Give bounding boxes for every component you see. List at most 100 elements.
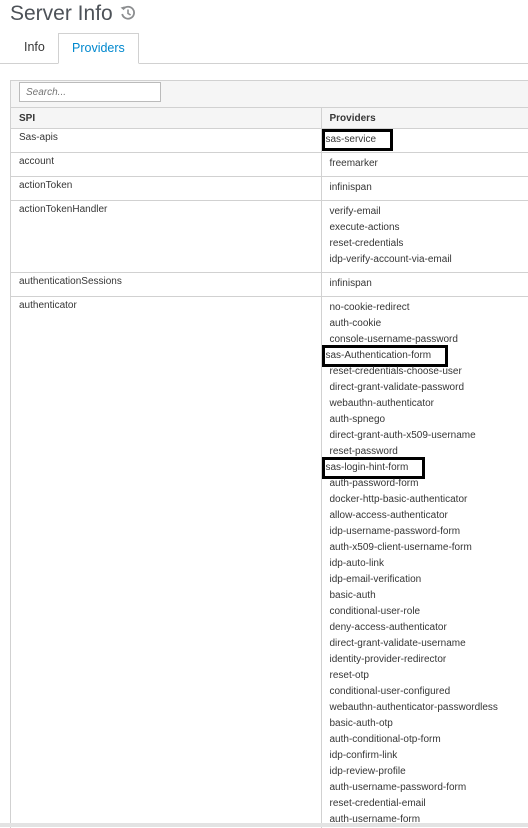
spi-cell: Sas-apis — [11, 129, 321, 153]
provider-highlighted-label: sas-Authentication-form — [325, 348, 446, 364]
provider-label: docker-http-basic-authenticator — [330, 492, 468, 508]
provider-label: freemarker — [330, 156, 378, 172]
provider-item: idp-username-password-form — [330, 524, 528, 540]
provider-label: direct-grant-validate-password — [330, 380, 465, 396]
provider-label: idp-username-password-form — [330, 524, 461, 540]
spi-cell: authenticationSessions — [11, 273, 321, 297]
provider-item: reset-credential-email — [330, 796, 528, 812]
provider-item: auth-x509-client-username-form — [330, 540, 528, 556]
provider-label: reset-password — [330, 444, 398, 460]
provider-item: conditional-user-role — [330, 604, 528, 620]
provider-item: idp-review-profile — [330, 764, 528, 780]
history-icon[interactable] — [119, 4, 137, 22]
provider-item: auth-password-form — [330, 476, 528, 492]
provider-label: auth-spnego — [330, 412, 386, 428]
providers-cell: sas-service — [321, 129, 528, 153]
provider-label: auth-password-form — [330, 476, 419, 492]
provider-item: deny-access-authenticator — [330, 620, 528, 636]
table-row: actionToken infinispan — [11, 177, 528, 201]
provider-label: infinispan — [330, 180, 372, 196]
provider-label: allow-access-authenticator — [330, 508, 448, 524]
provider-item: idp-email-verification — [330, 572, 528, 588]
provider-highlighted-label: sas-service — [325, 132, 391, 148]
provider-label: execute-actions — [330, 220, 400, 236]
provider-item: allow-access-authenticator — [330, 508, 528, 524]
provider-label: console-username-password — [330, 332, 458, 348]
tab-providers[interactable]: Providers — [58, 33, 139, 64]
provider-label: reset-credentials-choose-user — [330, 364, 462, 380]
column-header-spi[interactable]: SPI — [11, 108, 321, 129]
table-row: Sas-apissas-service — [11, 129, 528, 153]
providers-cell: infinispan — [321, 177, 528, 201]
provider-item: auth-cookie — [330, 316, 528, 332]
provider-item: reset-credentials — [330, 236, 528, 252]
provider-item: sas-Authentication-form — [330, 348, 528, 364]
spi-cell: account — [11, 153, 321, 177]
provider-label: direct-grant-validate-username — [330, 636, 466, 652]
provider-label: idp-verify-account-via-email — [330, 252, 452, 268]
provider-label: idp-email-verification — [330, 572, 422, 588]
provider-item: auth-conditional-otp-form — [330, 732, 528, 748]
provider-item: idp-verify-account-via-email — [330, 252, 528, 268]
table-row: authenticationSessions infinispan — [11, 273, 528, 297]
table-row: authenticatorno-cookie-redirectauth-cook… — [11, 297, 528, 828]
search-input[interactable] — [19, 82, 161, 102]
provider-item: idp-confirm-link — [330, 748, 528, 764]
provider-item: sas-service — [330, 132, 528, 148]
provider-item: no-cookie-redirect — [330, 300, 528, 316]
provider-item: webauthn-authenticator-passwordless — [330, 700, 528, 716]
tab-bar: Info Providers — [0, 33, 528, 64]
provider-label: direct-grant-auth-x509-username — [330, 428, 476, 444]
table-row: account freemarker — [11, 153, 528, 177]
provider-label: auth-username-password-form — [330, 780, 467, 796]
provider-item: sas-login-hint-form — [330, 460, 528, 476]
provider-item: reset-password — [330, 444, 528, 460]
provider-item: execute-actions — [330, 220, 528, 236]
provider-label: deny-access-authenticator — [330, 620, 447, 636]
providers-cell: infinispan — [321, 273, 528, 297]
provider-item: direct-grant-auth-x509-username — [330, 428, 528, 444]
table-body: Sas-apissas-serviceaccountfreemarkeracti… — [11, 129, 528, 828]
horizontal-scrollbar[interactable] — [0, 823, 528, 827]
provider-label: auth-conditional-otp-form — [330, 732, 441, 748]
provider-item: idp-auto-link — [330, 556, 528, 572]
provider-label: conditional-user-role — [330, 604, 421, 620]
provider-item: reset-otp — [330, 668, 528, 684]
table-toolbar — [11, 81, 528, 107]
provider-item: conditional-user-configured — [330, 684, 528, 700]
table-row: actionTokenHandlerverify-emailexecute-ac… — [11, 201, 528, 273]
provider-label: idp-review-profile — [330, 764, 406, 780]
provider-label: verify-email — [330, 204, 381, 220]
provider-label: reset-credentials — [330, 236, 404, 252]
provider-item: infinispan — [330, 276, 528, 292]
provider-highlighted-label: sas-login-hint-form — [325, 460, 423, 476]
providers-cell: verify-emailexecute-actionsreset-credent… — [321, 201, 528, 273]
provider-item: console-username-password — [330, 332, 528, 348]
provider-label: basic-auth-otp — [330, 716, 393, 732]
column-header-providers[interactable]: Providers — [321, 108, 528, 129]
spi-cell: authenticator — [11, 297, 321, 828]
provider-label: infinispan — [330, 276, 372, 292]
provider-item: docker-http-basic-authenticator — [330, 492, 528, 508]
provider-label: identity-provider-redirector — [330, 652, 447, 668]
provider-item: freemarker — [330, 156, 528, 172]
provider-item: direct-grant-validate-password — [330, 380, 528, 396]
providers-cell: no-cookie-redirectauth-cookieconsole-use… — [321, 297, 528, 828]
provider-label: idp-confirm-link — [330, 748, 398, 764]
provider-label: idp-auto-link — [330, 556, 384, 572]
provider-item: basic-auth — [330, 588, 528, 604]
tab-info[interactable]: Info — [11, 33, 58, 62]
providers-panel: SPI Providers Sas-apissas-serviceaccount… — [10, 80, 528, 828]
providers-table: SPI Providers Sas-apissas-serviceaccount… — [11, 107, 528, 828]
provider-label: reset-credential-email — [330, 796, 426, 812]
provider-item: infinispan — [330, 180, 528, 196]
provider-item: identity-provider-redirector — [330, 652, 528, 668]
provider-item: direct-grant-validate-username — [330, 636, 528, 652]
spi-cell: actionToken — [11, 177, 321, 201]
provider-item: verify-email — [330, 204, 528, 220]
table-header-row: SPI Providers — [11, 108, 528, 129]
page-title-text: Server Info — [10, 2, 113, 25]
provider-label: reset-otp — [330, 668, 369, 684]
provider-label: basic-auth — [330, 588, 376, 604]
provider-item: auth-username-password-form — [330, 780, 528, 796]
